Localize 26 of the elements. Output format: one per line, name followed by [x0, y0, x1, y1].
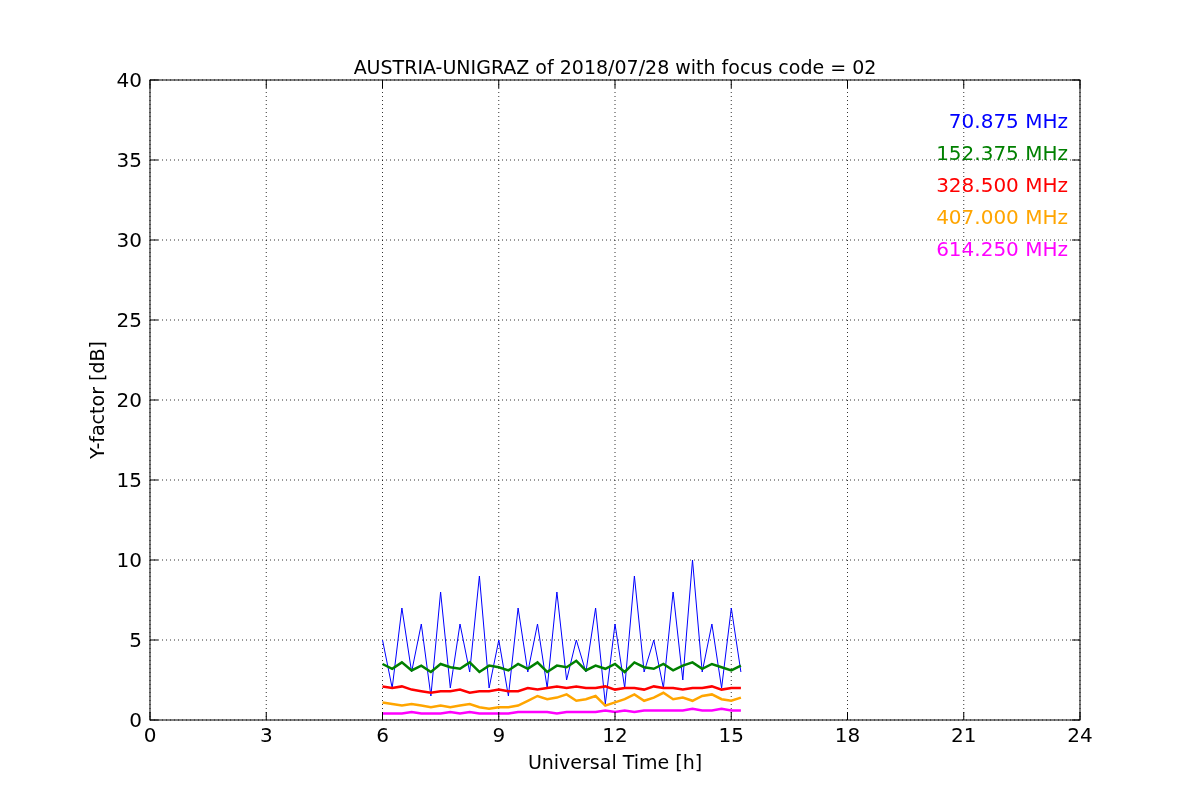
x-tick-label: 12 — [602, 723, 628, 747]
x-tick-label: 18 — [834, 723, 861, 747]
x-tick-label: 3 — [259, 723, 273, 747]
y-tick-label: 20 — [116, 388, 142, 412]
y-tick-label: 5 — [129, 628, 142, 652]
chart-title: AUSTRIA-UNIGRAZ of 2018/07/28 with focus code = 02 — [353, 56, 877, 78]
x-tick-label: 9 — [492, 723, 506, 747]
x-tick-label: 24 — [1067, 723, 1093, 747]
y-tick-label: 15 — [116, 468, 142, 492]
y-tick-label: 35 — [116, 148, 142, 172]
y-tick-label: 25 — [116, 308, 142, 332]
y-tick-label: 0 — [129, 708, 142, 732]
y-tick-label: 10 — [116, 548, 142, 572]
legend-label: 70.875 MHz — [948, 109, 1068, 133]
y-axis-label: Y-factor [dB] — [86, 341, 108, 459]
y-tick-label: 40 — [116, 68, 142, 92]
legend-label: 152.375 MHz — [936, 141, 1068, 165]
x-tick-label: 0 — [143, 723, 157, 747]
x-tick-label: 6 — [376, 723, 389, 747]
x-tick-label: 21 — [951, 723, 977, 747]
x-tick-label: 15 — [718, 723, 744, 747]
legend-label: 407.000 MHz — [936, 205, 1068, 229]
x-axis-label: Universal Time [h] — [527, 751, 703, 773]
legend-label: 614.250 MHz — [936, 237, 1068, 261]
y-tick-label: 30 — [116, 228, 142, 252]
legend-label: 328.500 MHz — [936, 173, 1068, 197]
